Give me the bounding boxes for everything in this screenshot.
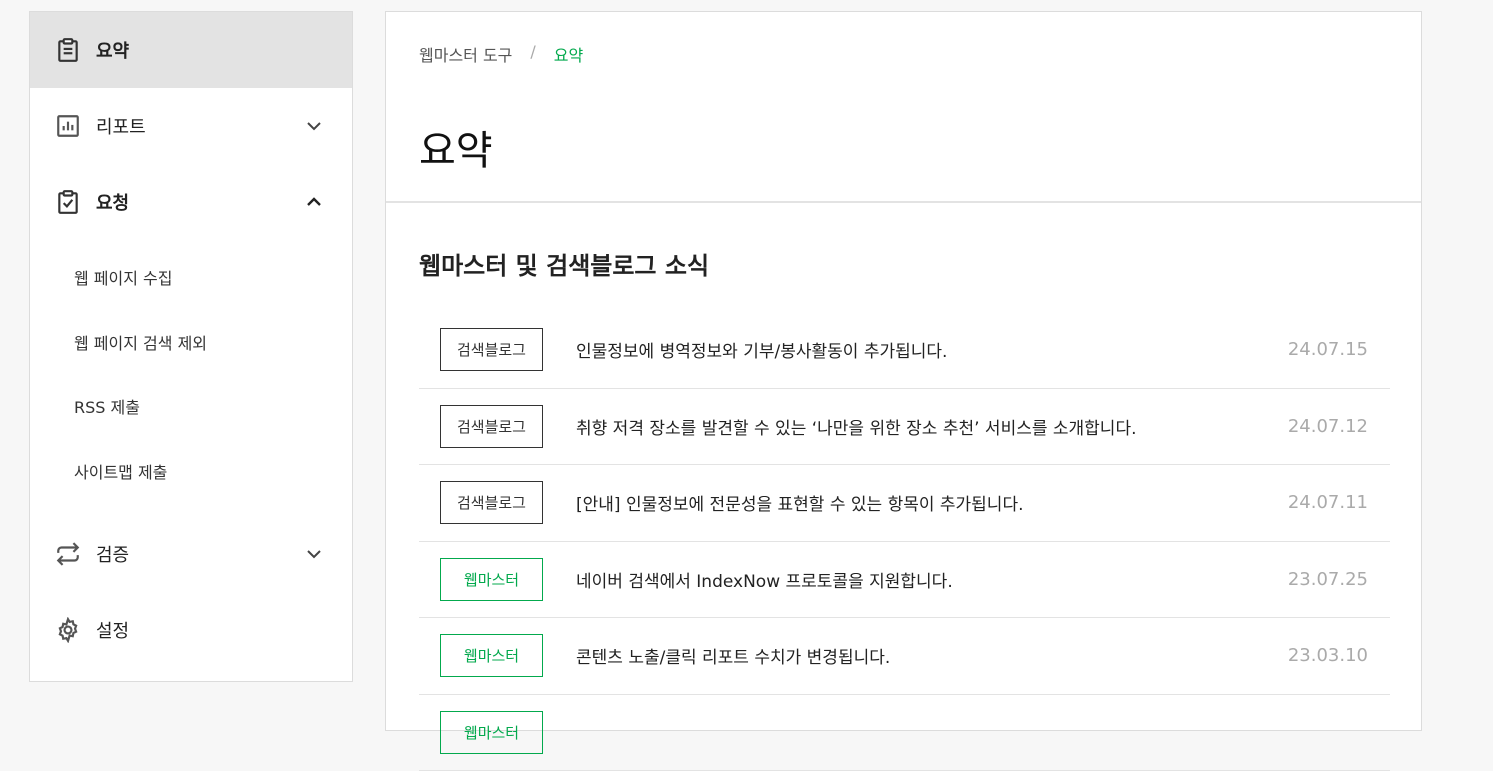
news-title-link[interactable]: [안내] 인물정보에 전문성을 표현할 수 있는 항목이 추가됩니다. xyxy=(576,490,1024,515)
clipboard-check-icon xyxy=(54,188,82,216)
sidebar-subitem-page-collect[interactable]: 웹 페이지 수집 xyxy=(30,245,352,310)
sidebar-item-label: 검증 xyxy=(96,541,129,567)
category-tag[interactable]: 웹마스터 xyxy=(440,634,543,677)
breadcrumb-separator: / xyxy=(530,42,535,66)
category-tag[interactable]: 웹마스터 xyxy=(440,711,543,754)
breadcrumb-current: 요약 xyxy=(554,42,583,66)
sidebar-item-report[interactable]: 리포트 xyxy=(30,88,352,164)
page-title: 요약 xyxy=(419,118,493,176)
sidebar-subitem-page-exclude[interactable]: 웹 페이지 검색 제외 xyxy=(30,310,352,375)
chevron-down-icon[interactable] xyxy=(304,544,324,564)
sidebar-item-label: 요청 xyxy=(96,189,129,215)
news-date: 24.07.11 xyxy=(1288,492,1368,513)
sidebar-subitem-rss-submit[interactable]: RSS 제출 xyxy=(30,374,352,439)
news-date: 23.03.10 xyxy=(1288,645,1368,666)
category-tag[interactable]: 검색블로그 xyxy=(440,405,543,448)
sidebar-item-settings[interactable]: 설정 xyxy=(30,592,352,668)
sidebar-item-verify[interactable]: 검증 xyxy=(30,516,352,592)
sidebar-subitem-sitemap-submit[interactable]: 사이트맵 제출 xyxy=(30,439,352,504)
news-title-link[interactable]: 인물정보에 병역정보와 기부/봉사활동이 추가됩니다. xyxy=(576,337,947,362)
news-section-title: 웹마스터 및 검색블로그 소식 xyxy=(419,246,709,281)
list-item: 검색블로그 [안내] 인물정보에 전문성을 표현할 수 있는 항목이 추가됩니다… xyxy=(419,465,1390,542)
page-header: 웹마스터 도구 / 요약 요약 xyxy=(386,12,1421,203)
category-tag[interactable]: 검색블로그 xyxy=(440,481,543,524)
gear-icon xyxy=(54,616,82,644)
news-date: 23.07.25 xyxy=(1288,569,1368,590)
clipboard-icon xyxy=(54,36,82,64)
repeat-icon xyxy=(54,540,82,568)
news-date: 24.07.12 xyxy=(1288,416,1368,437)
chart-icon xyxy=(54,112,82,140)
news-title-link[interactable]: 네이버 검색에서 IndexNow 프로토콜을 지원합니다. xyxy=(576,567,953,592)
list-item: 웹마스터 xyxy=(419,695,1390,771)
news-date: 24.07.15 xyxy=(1288,339,1368,360)
sidebar-item-label: 설정 xyxy=(96,617,129,643)
news-title-link[interactable]: 취향 저격 장소를 발견할 수 있는 ‘나만을 위한 장소 추천’ 서비스를 소… xyxy=(576,414,1137,439)
breadcrumb-root[interactable]: 웹마스터 도구 xyxy=(419,42,512,66)
news-title-link[interactable]: 콘텐츠 노출/클릭 리포트 수치가 변경됩니다. xyxy=(576,643,890,668)
chevron-up-icon[interactable] xyxy=(304,192,324,212)
breadcrumb: 웹마스터 도구 / 요약 xyxy=(419,42,583,66)
sidebar: 요약 리포트 요청 웹 페이지 수집 웹 페이지 검색 제외 RSS 제출 사이… xyxy=(29,11,353,682)
list-item: 검색블로그 취향 저격 장소를 발견할 수 있는 ‘나만을 위한 장소 추천’ … xyxy=(419,389,1390,466)
main-panel: 웹마스터 도구 / 요약 요약 웹마스터 및 검색블로그 소식 검색블로그 인물… xyxy=(385,11,1422,731)
list-item: 웹마스터 콘텐츠 노출/클릭 리포트 수치가 변경됩니다. 23.03.10 xyxy=(419,618,1390,695)
list-item: 웹마스터 네이버 검색에서 IndexNow 프로토콜을 지원합니다. 23.0… xyxy=(419,542,1390,619)
sidebar-item-summary[interactable]: 요약 xyxy=(30,12,352,88)
category-tag[interactable]: 검색블로그 xyxy=(440,328,543,371)
list-item: 검색블로그 인물정보에 병역정보와 기부/봉사활동이 추가됩니다. 24.07.… xyxy=(419,312,1390,389)
sidebar-item-request[interactable]: 요청 xyxy=(30,164,352,240)
request-submenu: 웹 페이지 수집 웹 페이지 검색 제외 RSS 제출 사이트맵 제출 xyxy=(30,240,352,516)
category-tag[interactable]: 웹마스터 xyxy=(440,558,543,601)
sidebar-item-label: 요약 xyxy=(96,37,129,63)
sidebar-item-label: 리포트 xyxy=(96,113,146,139)
news-list: 검색블로그 인물정보에 병역정보와 기부/봉사활동이 추가됩니다. 24.07.… xyxy=(419,312,1390,771)
chevron-down-icon[interactable] xyxy=(304,116,324,136)
